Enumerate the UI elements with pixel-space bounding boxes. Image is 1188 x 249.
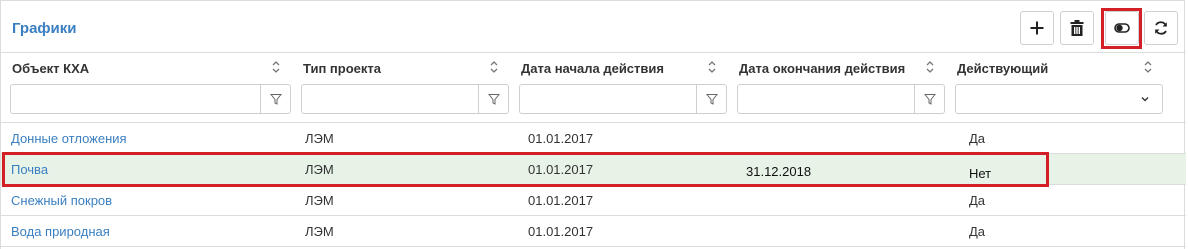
filter-project-type-input[interactable] [301,84,509,114]
sort-icon[interactable] [1143,59,1153,75]
column-header-object[interactable]: Объект КХА [12,61,89,76]
graphs-panel: Графики Объект КХА Тип проекта Дата нача… [0,0,1186,249]
toggle-icon [1114,23,1130,33]
filter-start-date-input[interactable] [519,84,727,114]
filter-icon[interactable] [478,85,508,113]
cell-start-date: 01.01.2017 [528,162,594,177]
panel-header: Графики [1,1,1186,53]
cell-end-date: 31.12.2018 [746,164,812,179]
cell-object[interactable]: Вода природная [11,224,110,239]
cell-object[interactable]: Донные отложения [11,131,127,146]
cell-active: Да [969,131,986,146]
plus-icon [1030,21,1044,35]
refresh-icon [1155,21,1167,35]
column-header-start-date[interactable]: Дата начала действия [521,61,664,76]
cell-project-type: ЛЭМ [305,162,334,177]
cell-object[interactable]: Почва [11,162,48,177]
cell-project-type: ЛЭМ [305,131,334,146]
filter-icon[interactable] [914,85,944,113]
sort-icon[interactable] [489,59,499,75]
toggle-inactive-button[interactable] [1105,11,1139,45]
table-row-selected[interactable]: Почва ЛЭМ 01.01.2017 31.12.2018 Нет [1,154,1186,185]
sort-icon[interactable] [925,59,935,75]
refresh-button[interactable] [1144,11,1178,45]
column-header-project-type[interactable]: Тип проекта [303,61,381,76]
cell-active: Нет [969,166,992,181]
filter-active-select[interactable] [955,84,1163,114]
filter-icon[interactable] [260,85,290,113]
sort-icon[interactable] [271,59,281,75]
add-button[interactable] [1020,11,1054,45]
cell-start-date: 01.01.2017 [528,131,594,146]
cell-active: Да [969,224,986,239]
cell-project-type: ЛЭМ [305,193,334,208]
cell-start-date: 01.01.2017 [528,193,594,208]
cell-start-date: 01.01.2017 [528,224,594,239]
column-header-end-date[interactable]: Дата окончания действия [739,61,905,76]
page-title: Графики [12,20,77,37]
filter-end-date-input[interactable] [737,84,945,114]
filter-icon[interactable] [696,85,726,113]
table-row[interactable]: Снежный покров ЛЭМ 01.01.2017 Да [1,185,1186,216]
column-header-active[interactable]: Действующий [957,61,1048,76]
trash-icon [1070,20,1084,36]
cell-active: Да [969,193,986,208]
sort-icon[interactable] [707,59,717,75]
chevron-down-icon [1141,97,1149,102]
cell-project-type: ЛЭМ [305,224,334,239]
cell-object[interactable]: Снежный покров [11,193,112,208]
table-row[interactable]: Вода природная ЛЭМ 01.01.2017 Да [1,216,1186,247]
delete-button[interactable] [1060,11,1094,45]
table-row[interactable]: Донные отложения ЛЭМ 01.01.2017 Да [1,123,1186,154]
filter-object-input[interactable] [10,84,291,114]
